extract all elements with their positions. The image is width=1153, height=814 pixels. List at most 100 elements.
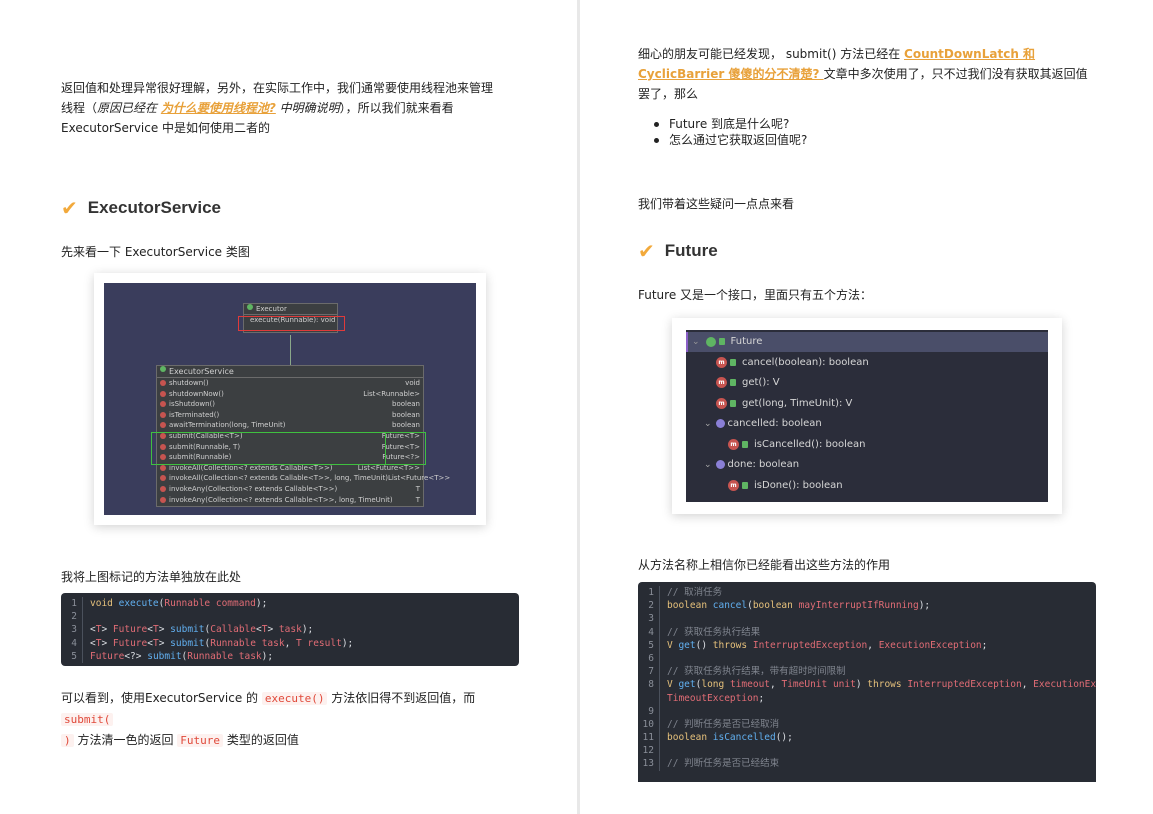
method-icon (160, 475, 166, 482)
interface-icon (160, 366, 166, 372)
intro-text: 细心的朋友可能已经发现， submit() 方法已经在 (638, 47, 905, 61)
class-diagram-image: Executor execute(Runnable): void Executo… (94, 273, 486, 525)
uml-method-row: invokeAny(Collection<? extends Callable<… (157, 484, 423, 495)
method-icon: m (716, 377, 727, 388)
inline-code-submit: submit( (61, 713, 114, 726)
method-return-type: List<Future<T>> (387, 474, 451, 483)
line-number: 3 (638, 612, 660, 626)
intro-text: 线程（ (61, 101, 98, 115)
intro-italic-2: 中明确说明 (275, 101, 340, 115)
method-name: invokeAny(Collection<? extends Callable<… (160, 484, 337, 495)
structure-panel: ⌄ Future m cancel(boolean): boolean m get(… (686, 330, 1048, 502)
code-text: // 获取任务执行结果，带有超时时间限制 (667, 666, 846, 678)
countdownlatch-link[interactable]: CountDownLatch 和 (904, 47, 1035, 61)
code-text: TimeoutException; (667, 692, 765, 704)
code-text: <T> Future<T> submit(Callable<T> task); (90, 624, 314, 636)
future-code-block: 1 // 取消任务 2 boolean cancel(boolean mayInter… (638, 582, 1096, 782)
outro-text: 可以看到，使用ExecutorService 的 (61, 691, 262, 705)
method-icon: m (716, 357, 727, 368)
diagram-caption: 先来看一下 ExecutorService 类图 (61, 245, 250, 259)
outro-line-2: ) 方法清一色的返回 Future 类型的返回值 (61, 730, 531, 751)
left-intro-line-3: ExecutorService 中是如何使用二者的 (61, 121, 271, 135)
inheritance-line (290, 335, 291, 365)
line-number: 7 (638, 665, 660, 679)
line-number: 10 (638, 717, 660, 732)
code-text: // 判断任务是否已经结束 (667, 758, 780, 770)
uml-method-row: awaitTermination(long, TimeUnit) boolean (157, 420, 423, 431)
code-caption: 我将上图标记的方法单独放在此处 (61, 570, 242, 584)
lock-icon (742, 441, 748, 448)
line-number: 2 (61, 610, 83, 624)
method-icon (160, 390, 166, 397)
property-icon (715, 460, 725, 469)
code-text: void execute(Runnable command); (90, 598, 268, 609)
line-number: 1 (61, 597, 83, 611)
method-return-type: boolean (392, 410, 420, 419)
outro-line-1: 可以看到，使用ExecutorService 的 execute() 方法依旧得… (61, 688, 531, 730)
method-icon: m (716, 398, 727, 409)
code-line: 7 // 获取任务执行结果，带有超时时间限制 (638, 665, 1096, 679)
line-number: 3 (61, 623, 83, 637)
method-return-type: boolean (392, 421, 420, 430)
line-number: 4 (61, 636, 83, 650)
tree-item: m cancel(boolean): boolean (716, 357, 869, 368)
item-label: isCancelled(): boolean (754, 439, 866, 450)
code-line: 13 // 判断任务是否已经结束 (638, 757, 1096, 771)
method-icon: m (728, 439, 739, 450)
chevron-down-icon: ⌄ (704, 418, 712, 429)
red-highlight-box (238, 316, 345, 331)
uml-method-row: shutdownNow() List<Runnable> (157, 389, 423, 400)
why-thread-pool-link[interactable]: 为什么要使用线程池? (161, 101, 276, 115)
right-intro-paragraph: 细心的朋友可能已经发现， submit() 方法已经在 CountDownLat… (638, 44, 1108, 104)
intro-text-2: ），所以我们就来看看 (339, 101, 454, 115)
code-line: 1 void execute(Runnable command); (61, 597, 519, 611)
tree-item: ⌄ cancelled: boolean (704, 418, 822, 429)
uml-method-row: invokeAll(Collection<? extends Callable<… (157, 473, 450, 484)
right-intro-line-2: CyclicBarrier 傻傻的分不清楚? 文章中多次使用了，只不过我们没有获… (638, 64, 1108, 84)
tree-item: m isCancelled(): boolean (728, 439, 865, 450)
method-icon (160, 464, 166, 471)
left-outro-paragraph: 可以看到，使用ExecutorService 的 execute() 方法依旧得… (61, 688, 531, 751)
question-list: Future 到底是什么呢? 怎么通过它获取返回值呢? (654, 116, 807, 148)
executor-node: Executor execute(Runnable): void (238, 303, 345, 333)
right-lead-text: 我们带着这些疑问一点点来看 (638, 197, 795, 211)
tree-item: m get(): V (716, 377, 780, 388)
method-name: isTerminated() (160, 410, 219, 421)
method-icon (160, 422, 166, 429)
item-label: isDone(): boolean (754, 480, 843, 491)
method-icon (160, 485, 166, 492)
code-text: boolean isCancelled(); (667, 732, 793, 744)
line-number: 6 (638, 651, 660, 666)
method-name: isShutdown() (160, 399, 215, 410)
executor-title: Executor (256, 305, 287, 313)
method-return-type: void (405, 379, 420, 387)
future-structure-image: ⌄ Future m cancel(boolean): boolean m get(… (672, 318, 1062, 514)
interface-icon (247, 304, 253, 310)
left-intro-line-2: 线程（原因已经在 为什么要使用线程池? 中明确说明），所以我们就来看看 (61, 98, 531, 118)
outro-text-4: 类型的返回值 (223, 733, 299, 747)
uml-method-row: isShutdown() boolean (157, 399, 423, 410)
method-icon (160, 380, 166, 386)
method-name: invokeAll(Collection<? extends Callable<… (160, 473, 388, 484)
method-return-type: T (415, 495, 420, 504)
future-heading: ✔ Future (638, 239, 718, 263)
line-number: 11 (638, 731, 660, 745)
method-name: awaitTermination(long, TimeUnit) (160, 420, 285, 431)
method-return-type: List<Runnable> (363, 389, 420, 398)
code-text: V get(long timeout, TimeUnit unit) throw… (667, 679, 1096, 691)
code-line: 11 boolean isCancelled(); (638, 731, 1096, 745)
intro-text-2: 文章中多次使用了，只不过我们没有获取其返回值 (823, 67, 1088, 81)
cyclicbarrier-link[interactable]: CyclicBarrier 傻傻的分不清楚? (638, 67, 824, 81)
list-item: Future 到底是什么呢? (654, 116, 807, 132)
item-label: cancel(boolean): boolean (742, 357, 869, 368)
code-line: 5 V get() throws InterruptedException, Ex… (638, 638, 1096, 652)
code-line: 1 // 取消任务 (638, 586, 1096, 600)
code-line: 5 Future<?> submit(Runnable task); (61, 649, 519, 663)
left-intro-paragraph: 返回值和处理异常很好理解，另外，在实际工作中，我们通常要使用线程池来管理 线程（… (61, 78, 531, 138)
right-intro-line-3: 罢了，那么 (638, 87, 699, 101)
line-number: 5 (638, 638, 660, 652)
line-number: 9 (638, 704, 660, 718)
code-line: TimeoutException; (638, 691, 1096, 705)
